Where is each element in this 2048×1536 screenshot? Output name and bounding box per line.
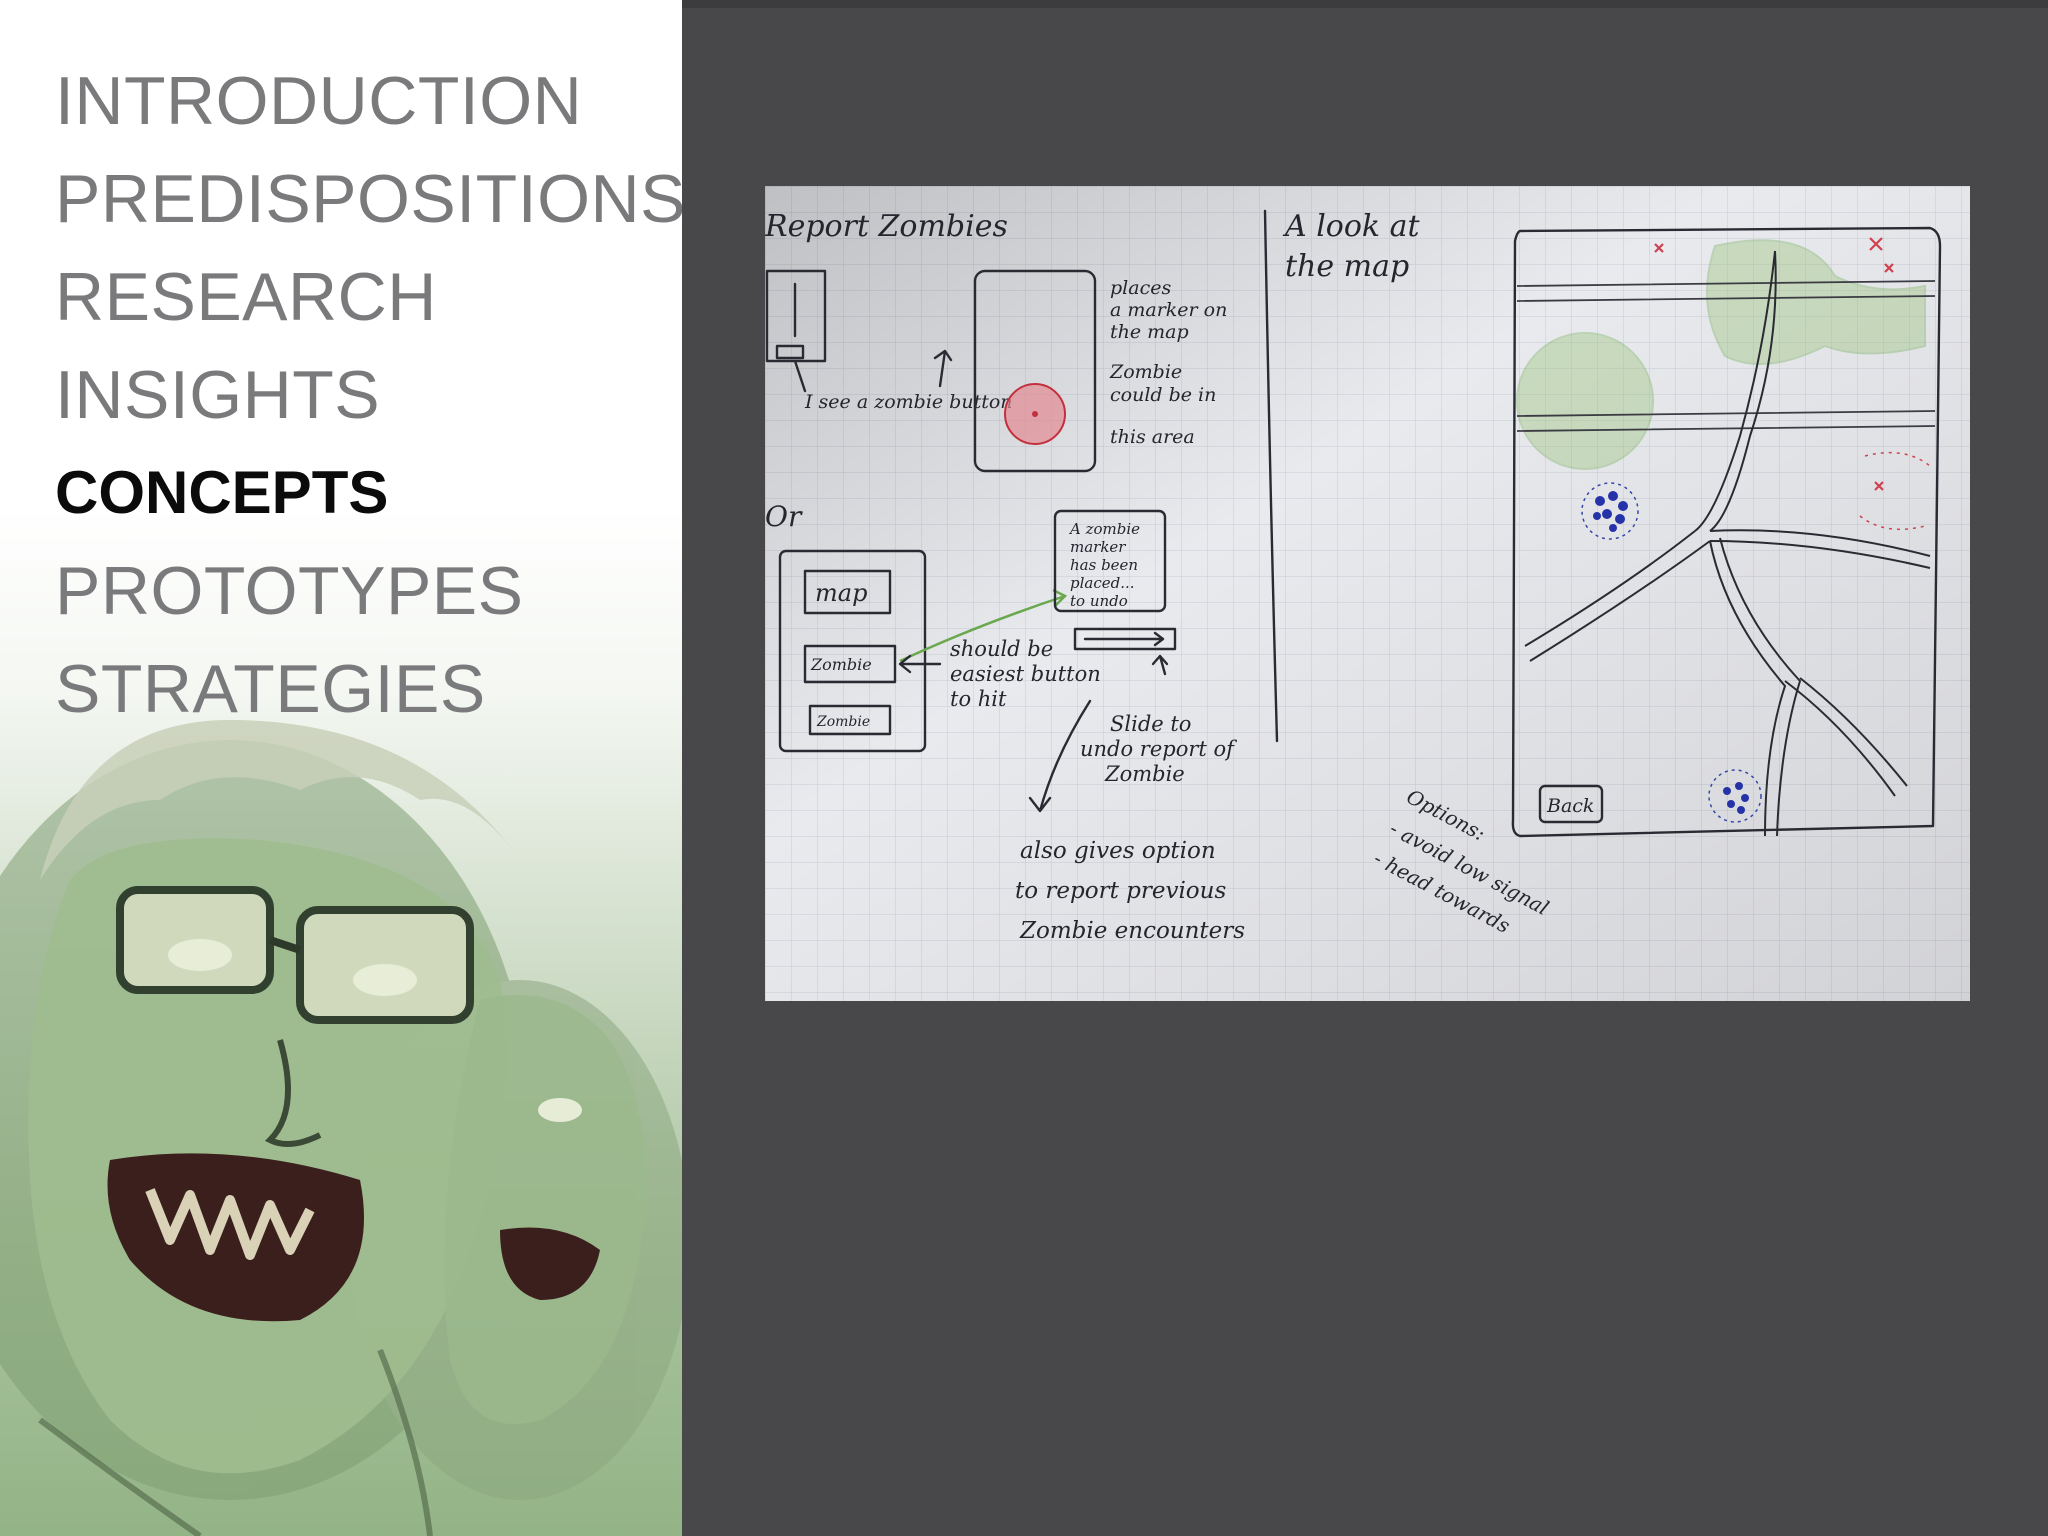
nav-item-concepts[interactable]: CONCEPTS (55, 444, 682, 542)
button-note: I see a zombie button (804, 391, 1013, 413)
nav-item-introduction[interactable]: INTRODUCTION (55, 52, 682, 150)
slide-sidebar: INTRODUCTION PREDISPOSITIONS RESEARCH IN… (0, 0, 682, 1536)
nav-item-prototypes[interactable]: PROTOTYPES (55, 542, 682, 640)
section-nav: INTRODUCTION PREDISPOSITIONS RESEARCH IN… (55, 52, 682, 738)
nav-item-predispositions[interactable]: PREDISPOSITIONS (55, 150, 682, 248)
nav-item-insights[interactable]: INSIGHTS (55, 346, 682, 444)
report-zombies-title: Report Zombies (765, 209, 1008, 244)
concept-sketch-photo: Report Zombies I see a zombie button pla… (765, 186, 1970, 1001)
nav-item-research[interactable]: RESEARCH (55, 248, 682, 346)
also-note: also gives option to report previous Zom… (1015, 838, 1245, 944)
svg-text:Zombie: Zombie (816, 714, 870, 730)
nav-item-strategies[interactable]: STRATEGIES (55, 640, 682, 738)
top-divider (682, 0, 2048, 8)
sketch-drawing: Report Zombies I see a zombie button pla… (765, 186, 1970, 1001)
svg-text:Back: Back (1546, 795, 1594, 817)
svg-text:map: map (815, 579, 867, 607)
or-label: Or (765, 500, 803, 533)
svg-text:Zombie: Zombie (810, 655, 872, 674)
